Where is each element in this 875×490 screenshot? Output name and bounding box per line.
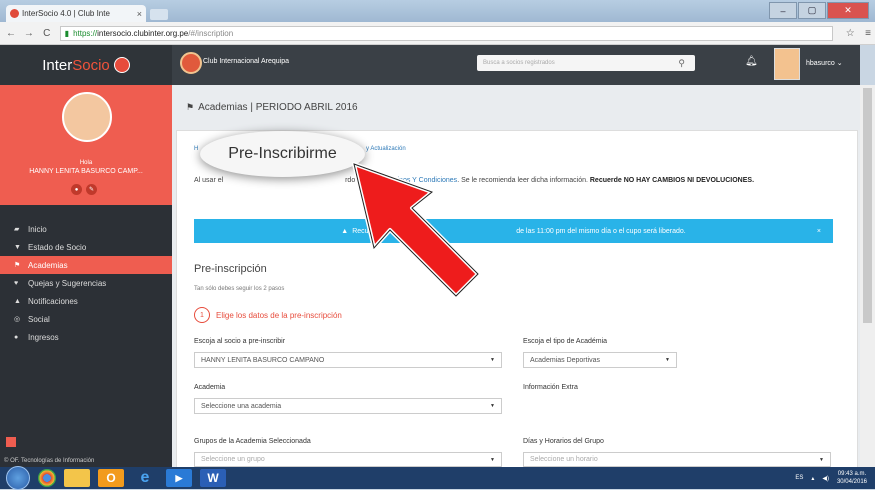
favicon-icon (10, 9, 19, 18)
profile-edit-button[interactable]: ✎ (86, 184, 97, 195)
folder-icon[interactable] (64, 469, 90, 487)
vertical-scrollbar[interactable] (860, 85, 875, 467)
extra-info-label: Información Extra (523, 384, 578, 391)
network-icon[interactable]: ▴ (811, 475, 814, 482)
profile-actions: ● ✎ (71, 184, 97, 195)
member-status-icon: ▼ (14, 243, 21, 251)
chrome-icon[interactable] (38, 469, 56, 487)
academies-title-icon: ⚑ (186, 102, 195, 112)
reload-button[interactable]: C (40, 28, 54, 39)
social-icon: ◎ (14, 316, 21, 323)
sidebar-footer: © OF. Tecnologías de Información (0, 437, 172, 467)
section-title: Pre-inscripción (194, 263, 267, 275)
chevron-down-icon: ▼ (665, 357, 670, 363)
url-host: intersocio.clubinter.org.pe (97, 28, 189, 38)
browser-tab[interactable]: InterSocio 4.0 | Club Inte × (6, 5, 146, 22)
language-indicator[interactable]: ES (795, 475, 803, 481)
chevron-down-icon: ▼ (490, 403, 495, 409)
grupos-label: Grupos de la Academia Seleccionada (194, 438, 311, 445)
grupos-select[interactable]: Seleccione un grupo ▼ (194, 452, 502, 467)
app-logo[interactable]: Inter Socio (0, 45, 172, 85)
logo-socio: Socio (72, 56, 110, 74)
tab-title: InterSocio 4.0 | Club Inte (22, 9, 110, 18)
chevron-down-icon: ▼ (490, 357, 495, 363)
steps-note: Tan sólo debes seguir los 2 pasos (194, 286, 285, 292)
menu-icon[interactable]: ≡ (861, 28, 875, 39)
username-menu[interactable]: hbasurco ⌄ (806, 59, 843, 67)
academies-icon: ⚑ (14, 262, 21, 269)
url-scheme: https:// (73, 28, 98, 38)
home-icon: ▰ (14, 226, 20, 233)
lock-icon: ▮ (64, 28, 70, 38)
tab-close-icon[interactable]: × (137, 9, 142, 19)
sidebar-item-academias[interactable]: ⚑ Academias (0, 256, 172, 274)
sidebar-item-ingresos[interactable]: ● Ingresos (0, 328, 172, 346)
tab-first[interactable]: H (194, 146, 198, 152)
academia-select[interactable]: Seleccione una academia ▼ (194, 398, 502, 414)
volume-icon[interactable]: ◀) (822, 475, 829, 482)
forward-button[interactable]: → (22, 28, 36, 39)
dias-label: Días y Horarios del Grupo (523, 438, 604, 445)
alert-close-icon[interactable]: × (817, 228, 821, 235)
bell-icon: ▲ (14, 297, 21, 305)
user-avatar[interactable] (774, 48, 800, 80)
sidebar-menu: ▰ Inicio ▼ Estado de Socio ⚑ Academias ♥ Que… (0, 220, 172, 346)
socio-select[interactable]: HANNY LENITA BASURCO CAMPANO ▼ (194, 352, 502, 368)
chevron-down-icon: ▼ (490, 456, 495, 463)
ingresos-icon: ● (14, 333, 19, 341)
logo-inter: Inter (42, 56, 73, 74)
club-emblem-icon (180, 52, 202, 74)
sidebar-item-social[interactable]: ◎ Social (0, 310, 172, 328)
step-1-number: 1 (194, 307, 210, 323)
notification-bell-icon[interactable]: 🔔︎ (745, 56, 758, 67)
logo-ball-icon (113, 57, 130, 73)
media-player-icon[interactable]: ▶ (166, 469, 192, 487)
start-button[interactable] (6, 466, 30, 490)
academia-label: Academia (194, 384, 226, 391)
clock[interactable]: 09:43 a.m. 30/04/2016 (837, 470, 867, 486)
scrollbar-thumb[interactable] (863, 88, 872, 323)
tipo-select[interactable]: Academias Deportivas ▼ (523, 352, 677, 368)
outlook-icon[interactable]: O (98, 469, 124, 487)
greeting: Hola (79, 160, 93, 166)
word-icon[interactable]: W (200, 469, 226, 487)
ie-icon[interactable]: e (132, 469, 158, 487)
profile-user-button[interactable]: ● (71, 184, 82, 195)
profile-name: HANNY LENITA BASURCO CAMP... (29, 168, 143, 175)
new-tab-button[interactable] (150, 9, 168, 20)
sidebar-item-estado[interactable]: ▼ Estado de Socio (0, 238, 172, 256)
member-search-input[interactable]: Busca a socios registrados ⚲ (477, 55, 695, 71)
info-alert: ▲ Recuerda que de las 11:00 pm del mismo… (194, 219, 833, 243)
close-window-button[interactable]: ✕ (827, 2, 869, 19)
back-button[interactable]: ← (4, 28, 18, 39)
club-name: Club Internacional Arequipa (203, 58, 290, 65)
page-title: ⚑ Academias | PERIODO ABRIL 2016 (186, 102, 358, 113)
red-arrow-icon (352, 162, 480, 298)
window-controls: – ▢ ✕ (769, 2, 869, 19)
sidebar-item-inicio[interactable]: ▰ Inicio (0, 220, 172, 238)
star-icon[interactable]: ☆ (843, 28, 857, 39)
address-bar[interactable]: ▮ https://intersocio.clubinter.org.pe/#/… (59, 25, 834, 41)
dias-select[interactable]: Seleccione un horario ▼ (523, 452, 831, 467)
terms-notice: Al usar el rdo con los Términos Y Condic… (194, 177, 755, 184)
sidebar-item-quejas[interactable]: ♥ Quejas y Sugerencias (0, 274, 172, 292)
chevron-down-icon: ▼ (819, 456, 824, 463)
url-path: /#/inscription (188, 28, 234, 38)
system-tray: ES ▴ ◀) 09:43 a.m. 30/04/2016 (795, 467, 867, 489)
heart-icon: ♥ (14, 279, 19, 287)
windows-taskbar: O e ▶ W ES ▴ ◀) 09:43 a.m. 30/04/2016 (0, 466, 875, 490)
tipo-label: Escoja el tipo de Académia (523, 338, 608, 345)
sidebar-item-notificaciones[interactable]: ▲ Notificaciones (0, 292, 172, 310)
browser-toolbar: ← → C ▮ https://intersocio.clubinter.org… (0, 22, 875, 45)
minimize-button[interactable]: – (769, 2, 797, 19)
profile-avatar (62, 92, 112, 142)
socio-label: Escoja al socio a pre-inscribir (194, 338, 286, 345)
search-icon[interactable]: ⚲ (678, 58, 685, 69)
step-1-header: 1 Elige los datos de la pre-inscripción (194, 307, 342, 323)
footer-marker-icon (6, 437, 16, 447)
maximize-button[interactable]: ▢ (798, 2, 826, 19)
